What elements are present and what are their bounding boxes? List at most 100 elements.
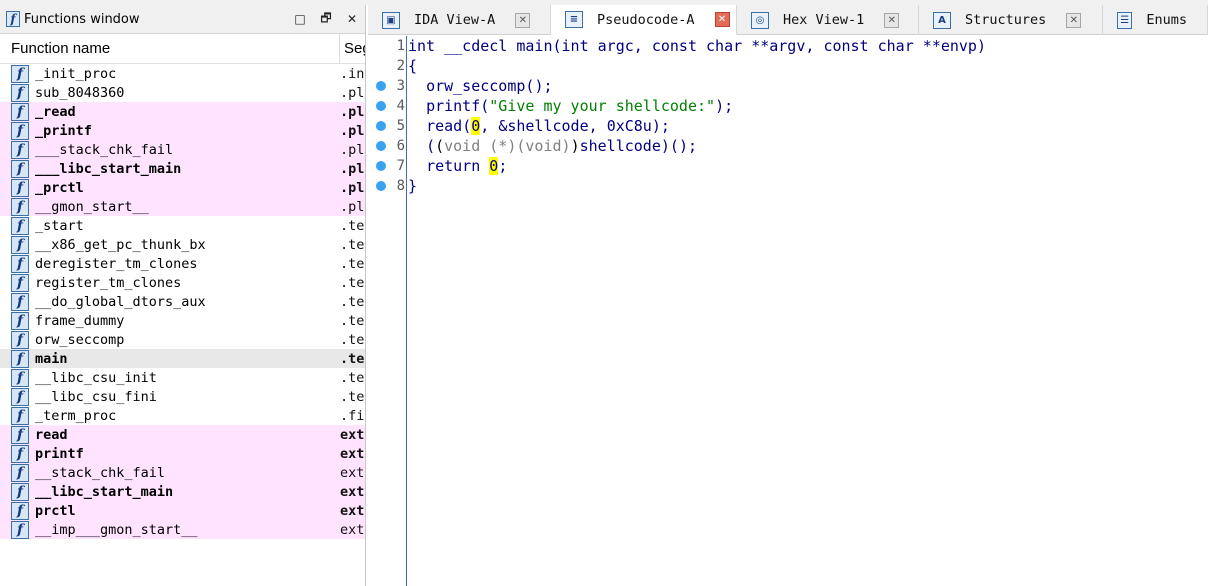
close-icon[interactable]: ✕ (1066, 12, 1082, 28)
breakpoint-dot-icon[interactable] (376, 141, 386, 151)
code-line[interactable]: 1 int __cdecl main(int argc, const char *… (368, 36, 1208, 56)
function-name: _start (35, 217, 84, 234)
function-row[interactable]: f deregister_tm_clones .text (0, 254, 365, 273)
function-segment: .text (340, 331, 365, 348)
hex-view-icon: ◎ (751, 11, 769, 29)
function-icon: f (11, 159, 29, 178)
function-row[interactable]: f register_tm_clones .text (0, 273, 365, 292)
code-line[interactable]: 7 return 0; (368, 156, 1208, 176)
column-header-segment[interactable]: Segment (340, 40, 365, 57)
code-line[interactable]: 2{ (368, 56, 1208, 76)
function-icon: f (11, 406, 29, 425)
function-name: orw_seccomp (35, 331, 125, 348)
function-name: sub_8048360 (35, 84, 125, 101)
function-icon: f (11, 64, 29, 83)
code-line[interactable]: 8} (368, 176, 1208, 196)
code-line[interactable]: 4 printf("Give my your shellcode:"); (368, 96, 1208, 116)
function-icon: f (11, 216, 29, 235)
code-line[interactable]: 5 read(0, &shellcode, 0xC8u); (368, 116, 1208, 136)
line-number: 8 (396, 178, 405, 194)
function-row[interactable]: f _read .plt (0, 102, 365, 121)
function-row[interactable]: f __libc_csu_fini .text (0, 387, 365, 406)
function-row[interactable]: f _term_proc .fini (0, 406, 365, 425)
function-row[interactable]: f ___libc_start_main .plt (0, 159, 365, 178)
function-icon: f (11, 83, 29, 102)
tab-ida-view-a[interactable]: ▣ IDA View-A ✕ (368, 5, 551, 35)
function-row[interactable]: f __imp___gmon_start__ extern (0, 520, 365, 539)
code-line[interactable]: 6 ((void (*)(void))shellcode)(); (368, 136, 1208, 156)
line-number: 4 (396, 98, 405, 114)
function-row[interactable]: fread extern (0, 425, 365, 444)
code-line[interactable]: 3 orw_seccomp(); (368, 76, 1208, 96)
function-segment: .text (340, 217, 365, 234)
close-window-button[interactable]: ✕ (339, 12, 365, 26)
close-icon[interactable]: ✕ (515, 12, 531, 28)
breakpoint-dot-icon[interactable] (376, 101, 386, 111)
function-row[interactable]: f __libc_csu_init .text (0, 368, 365, 387)
code-text: printf("Give my your shellcode:"); (426, 97, 734, 115)
function-row[interactable]: f _init_proc .init (0, 64, 365, 83)
breakpoint-dot-icon[interactable] (376, 81, 386, 91)
function-segment: .plt (340, 198, 365, 215)
tab-enums[interactable]: ☰ Enums (1103, 5, 1208, 35)
function-name: __libc_csu_init (35, 369, 157, 386)
function-segment: .text (340, 274, 365, 291)
function-icon: f (11, 235, 29, 254)
function-row[interactable]: f orw_seccomp .text (0, 330, 365, 349)
ida-view-icon: ▣ (382, 11, 400, 29)
restore-window-button[interactable]: □ (287, 12, 313, 26)
tab-pseudocode-a[interactable]: ≡ Pseudocode-A ✕ (551, 5, 737, 35)
function-segment: .plt (340, 122, 365, 139)
tab-structures[interactable]: A Structures ✕ (919, 5, 1103, 35)
function-segment: extern (340, 502, 365, 519)
function-segment: .plt (340, 160, 365, 177)
structures-icon: A (933, 11, 951, 29)
tab-label: Hex View-1 (783, 12, 865, 28)
function-name: register_tm_clones (35, 274, 182, 291)
function-icon: f (11, 387, 29, 406)
column-header-function-name[interactable]: Function name (0, 34, 340, 63)
function-segment: .text (340, 388, 365, 405)
function-row[interactable]: f _start .text (0, 216, 365, 235)
function-row[interactable]: f __x86_get_pc_thunk_bx .text (0, 235, 365, 254)
breakpoint-dot-icon[interactable] (376, 181, 386, 191)
line-number: 7 (396, 158, 405, 174)
function-row[interactable]: f _printf .plt (0, 121, 365, 140)
function-segment: extern (340, 464, 365, 481)
function-icon: f (11, 311, 29, 330)
function-row[interactable]: f __libc_start_main extern (0, 482, 365, 501)
function-name: ___libc_start_main (35, 160, 182, 177)
enums-icon: ☰ (1117, 11, 1133, 29)
function-row[interactable]: fmain .text (0, 349, 365, 368)
function-icon: f (11, 520, 29, 539)
function-row[interactable]: f __gmon_start__ .plt (0, 197, 365, 216)
close-icon[interactable]: ✕ (714, 12, 730, 27)
function-row[interactable]: f __stack_chk_fail extern (0, 463, 365, 482)
function-row[interactable]: f ___stack_chk_fail .plt (0, 140, 365, 159)
function-row[interactable]: fprctl extern (0, 501, 365, 520)
function-name: _prctl (35, 179, 84, 196)
function-icon: f (11, 197, 29, 216)
function-row[interactable]: f frame_dummy .text (0, 311, 365, 330)
breakpoint-dot-icon[interactable] (376, 161, 386, 171)
function-row[interactable]: f sub_8048360 .plt (0, 83, 365, 102)
function-segment: .text (340, 255, 365, 272)
tab-hex-view-1[interactable]: ◎ Hex View-1 ✕ (737, 5, 919, 35)
pseudocode-view[interactable]: 1 int __cdecl main(int argc, const char *… (368, 36, 1208, 586)
function-row[interactable]: f __do_global_dtors_aux .text (0, 292, 365, 311)
function-icon: f (11, 121, 29, 140)
function-row[interactable]: fprintf extern (0, 444, 365, 463)
function-name: __do_global_dtors_aux (35, 293, 206, 310)
function-row[interactable]: f _prctl .plt (0, 178, 365, 197)
function-name: __libc_csu_fini (35, 388, 157, 405)
code-text: return 0; (426, 157, 508, 175)
close-icon[interactable]: ✕ (884, 12, 900, 28)
functions-window: f Functions window □ 🗗 ✕ Function name S… (0, 5, 366, 586)
line-number: 2 (396, 58, 405, 74)
functions-window-titlebar: f Functions window □ 🗗 ✕ (0, 5, 365, 34)
function-icon: f (11, 254, 29, 273)
tab-label: Pseudocode-A (597, 11, 695, 28)
breakpoint-dot-icon[interactable] (376, 121, 386, 131)
float-window-button[interactable]: 🗗 (313, 9, 339, 30)
function-segment: .text (340, 350, 365, 367)
